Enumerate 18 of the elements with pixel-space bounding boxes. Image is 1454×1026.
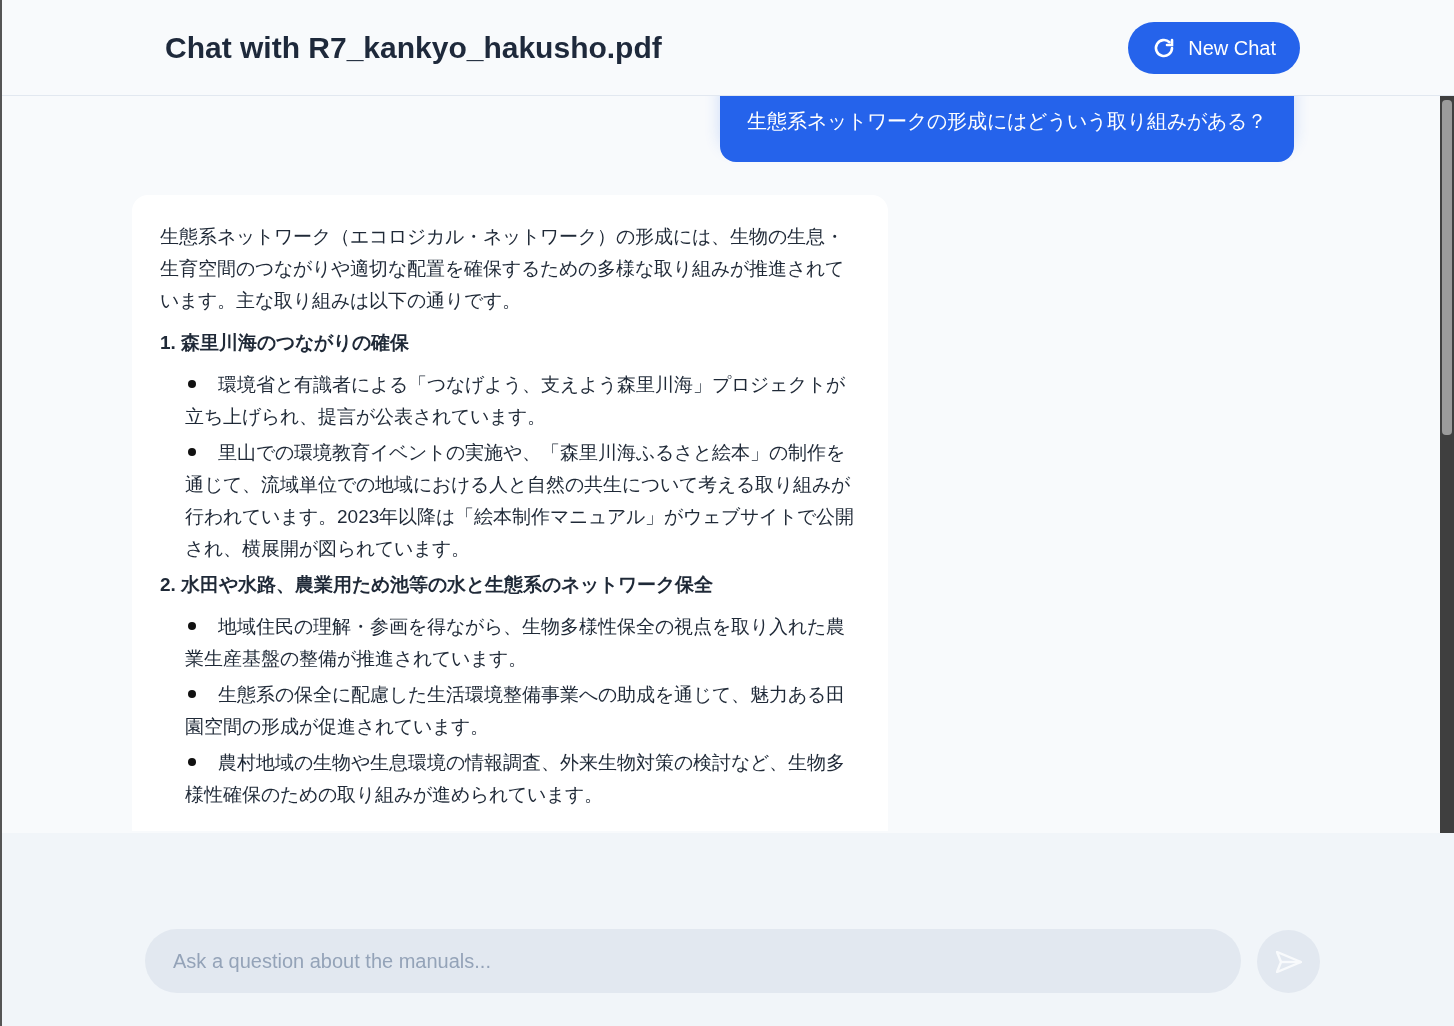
bullet-icon [188,758,196,767]
bullet-icon [188,380,196,389]
user-message-bubble: 生態系ネットワークの形成にはどういう取り組みがある？ [720,96,1294,162]
bullet-text: 地域住民の理解・参画を得ながら、生物多様性保全の視点を取り入れた農業生産基盤の整備が推進されています。 [185,615,846,671]
answer-paragraph: 生態系ネットワーク（エコロジカル・ネットワーク）の形成には、生物の生息・生育空間のつながりや適切な配置を確保するための多様な取り組みが推進されています。主な取り組みは以下の通りです。 [160,225,845,313]
bullet-icon [188,622,196,631]
bullet-icon [188,448,196,457]
section-heading: 2. 水田や水路、農業用ため池等の水と生態系のネットワーク保全 [160,573,715,597]
scrollbar[interactable] [1440,96,1454,833]
question-input-field[interactable]: Ask a question about the manuals... [145,929,1241,993]
chat-title: Chat with R7_kankyo_hakusho.pdf [165,30,662,66]
bullet-text: 環境省と有識者による「つなげよう、支えよう森里川海」プロジェクトが立ち上げられ、提言が公表されています。 [185,373,846,429]
new-chat-button[interactable]: New Chat [1128,21,1300,74]
section-heading: 1. 森里川海のつながりの確保 [160,331,411,355]
bullet-text: 里山での環境教育イベントの実施や、「森里川海ふるさと絵本」の制作を通じて、流域単位での地域における人と自然の共生について考える取り組みが行われています。2023年以降は「絵本制作マニュアル」がウェブサイトで公開され、横展開が図られています。 [185,441,856,561]
bullet-icon [188,690,196,699]
bullet-text: 生態系の保全に配慮した生活環境整備事業への助成を通じて、魅力ある田園空間の形成が促進されています。 [185,683,846,739]
bullet-text: 農村地域の生物や生息環境の情報調査、外来生物対策の検討など、生物多様性確保のための取り組みが進められています。 [185,751,846,807]
